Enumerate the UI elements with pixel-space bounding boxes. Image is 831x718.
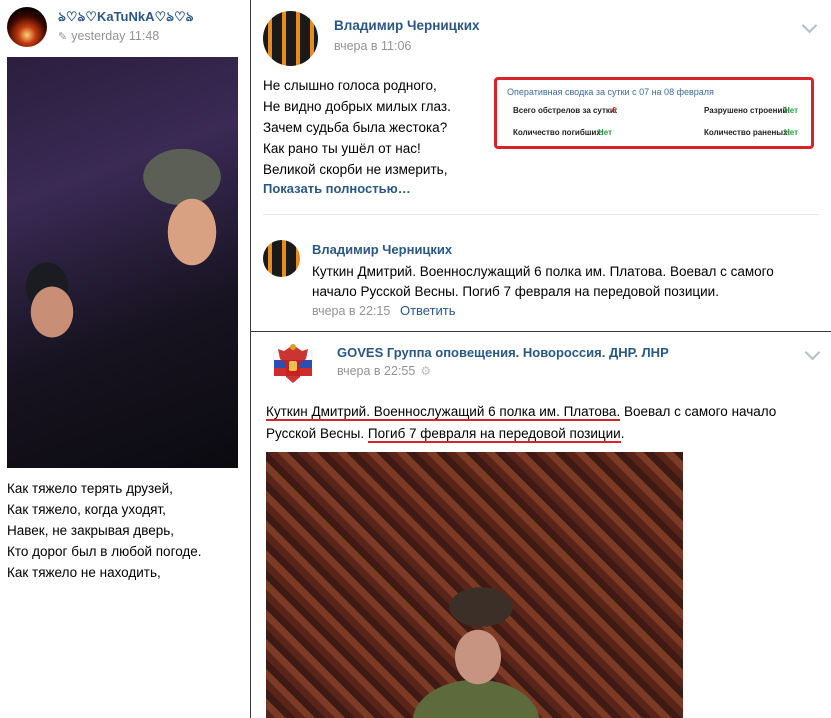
group-avatar[interactable] — [266, 337, 320, 391]
post-text-line1: Куткин Дмитрий. Военнослужащий 6 полка и… — [266, 401, 826, 423]
post-vladimir: Владимир Черницких вчера в 11:06 Не слыш… — [251, 0, 831, 331]
destroyed-label: Разрушено строений: — [704, 106, 790, 115]
post-time[interactable]: yesterday 11:48 — [71, 29, 159, 43]
comment-line: начало Русской Весны. Погиб 7 февраля на… — [312, 284, 719, 299]
post-text: Куткин Дмитрий. Военнослужащий 6 полка и… — [266, 401, 826, 445]
reply-link[interactable]: Ответить — [400, 303, 456, 318]
comment-line: Куткин Дмитрий. Военнослужащий 6 полка и… — [312, 264, 774, 279]
verse-line: Навек, не закрывая дверь, — [7, 523, 175, 538]
show-more-link[interactable]: Показать полностью… — [263, 181, 411, 196]
post-photo[interactable] — [7, 57, 238, 468]
destroyed-value: Нет — [784, 106, 799, 115]
author-avatar[interactable] — [7, 7, 47, 47]
eagle-crest-icon — [273, 344, 313, 383]
shelling-value: 6 — [612, 106, 617, 115]
plain-text: . — [620, 426, 625, 441]
verse-line: Великой скорби не измерить, — [263, 162, 448, 177]
verse-line: Как тяжело не находить, — [7, 565, 161, 580]
comment-footer: вчера в 22:15 Ответить — [312, 303, 456, 318]
comment-text: Куткин Дмитрий. Военнослужащий 6 полка и… — [312, 262, 822, 302]
post-text: Как тяжело терять друзей, Как тяжело, ко… — [7, 478, 247, 583]
verse-line: Не слышно голоса родного, — [263, 78, 437, 93]
chevron-down-icon[interactable] — [801, 17, 818, 34]
verse-line: Как рано ты ушёл от нас! — [263, 141, 421, 156]
verse-line: Зачем судьба была жестока? — [263, 120, 448, 135]
comment-time[interactable]: вчера в 22:15 — [312, 304, 390, 318]
wounded-value: Нет — [784, 128, 799, 137]
wounded-label: Количество раненых: — [704, 128, 791, 137]
post-text: Не слышно голоса родного, Не видно добры… — [263, 75, 488, 180]
comment-avatar[interactable] — [263, 240, 300, 277]
post-meta: ✎ yesterday 11:48 — [58, 29, 159, 43]
author-avatar[interactable] — [263, 11, 318, 66]
verse-line: Как тяжело терять друзей, — [7, 481, 173, 496]
pencil-icon: ✎ — [58, 30, 68, 43]
plain-text: Воевал с самого начало — [620, 404, 777, 419]
killed-value: Нет — [598, 128, 613, 137]
highlighted-text: Куткин Дмитрий. Военнослужащий 6 полка и… — [266, 404, 621, 421]
post-photo[interactable] — [266, 452, 683, 718]
post-time[interactable]: вчера в 22:55 — [337, 364, 415, 378]
author-name[interactable]: ঌ♡ঌ♡KaTuNkA♡ঌ♡ঌ — [58, 8, 193, 29]
summary-card: Оперативная сводка за сутки с 07 на 08 ф… — [494, 77, 814, 149]
post-meta: вчера в 22:55 ⚙ — [337, 364, 431, 378]
gear-icon: ⚙ — [420, 364, 432, 378]
plain-text: Русской Весны. — [266, 426, 368, 441]
verse-line: Кто дорог был в любой погоде. — [7, 544, 202, 559]
group-name[interactable]: GOVES Группа оповещения. Новороссия. ДНР… — [337, 345, 669, 360]
author-name[interactable]: Владимир Черницких — [334, 18, 480, 33]
shelling-label: Всего обстрелов за сутки: — [513, 106, 618, 115]
highlighted-text: Погиб 7 февраля на передовой позиции — [367, 426, 621, 443]
chevron-down-icon[interactable] — [804, 344, 821, 361]
killed-label: Количество погибших: — [513, 128, 604, 137]
summary-title: Оперативная сводка за сутки с 07 на 08 ф… — [507, 87, 714, 97]
comment-author[interactable]: Владимир Черницких — [312, 242, 452, 257]
verse-line: Как тяжело, когда уходят, — [7, 502, 166, 517]
post-time[interactable]: вчера в 11:06 — [334, 39, 411, 53]
left-post: ঌ♡ঌ♡KaTuNkA♡ঌ♡ঌ ✎ yesterday 11:48 Как тя… — [0, 0, 250, 718]
comment-separator — [263, 214, 819, 215]
verse-line: Не видно добрых милых глаз. — [263, 99, 451, 114]
post-goves: GOVES Группа оповещения. Новороссия. ДНР… — [251, 332, 831, 718]
post-text-line2: Русской Весны. Погиб 7 февраля на передо… — [266, 423, 826, 445]
